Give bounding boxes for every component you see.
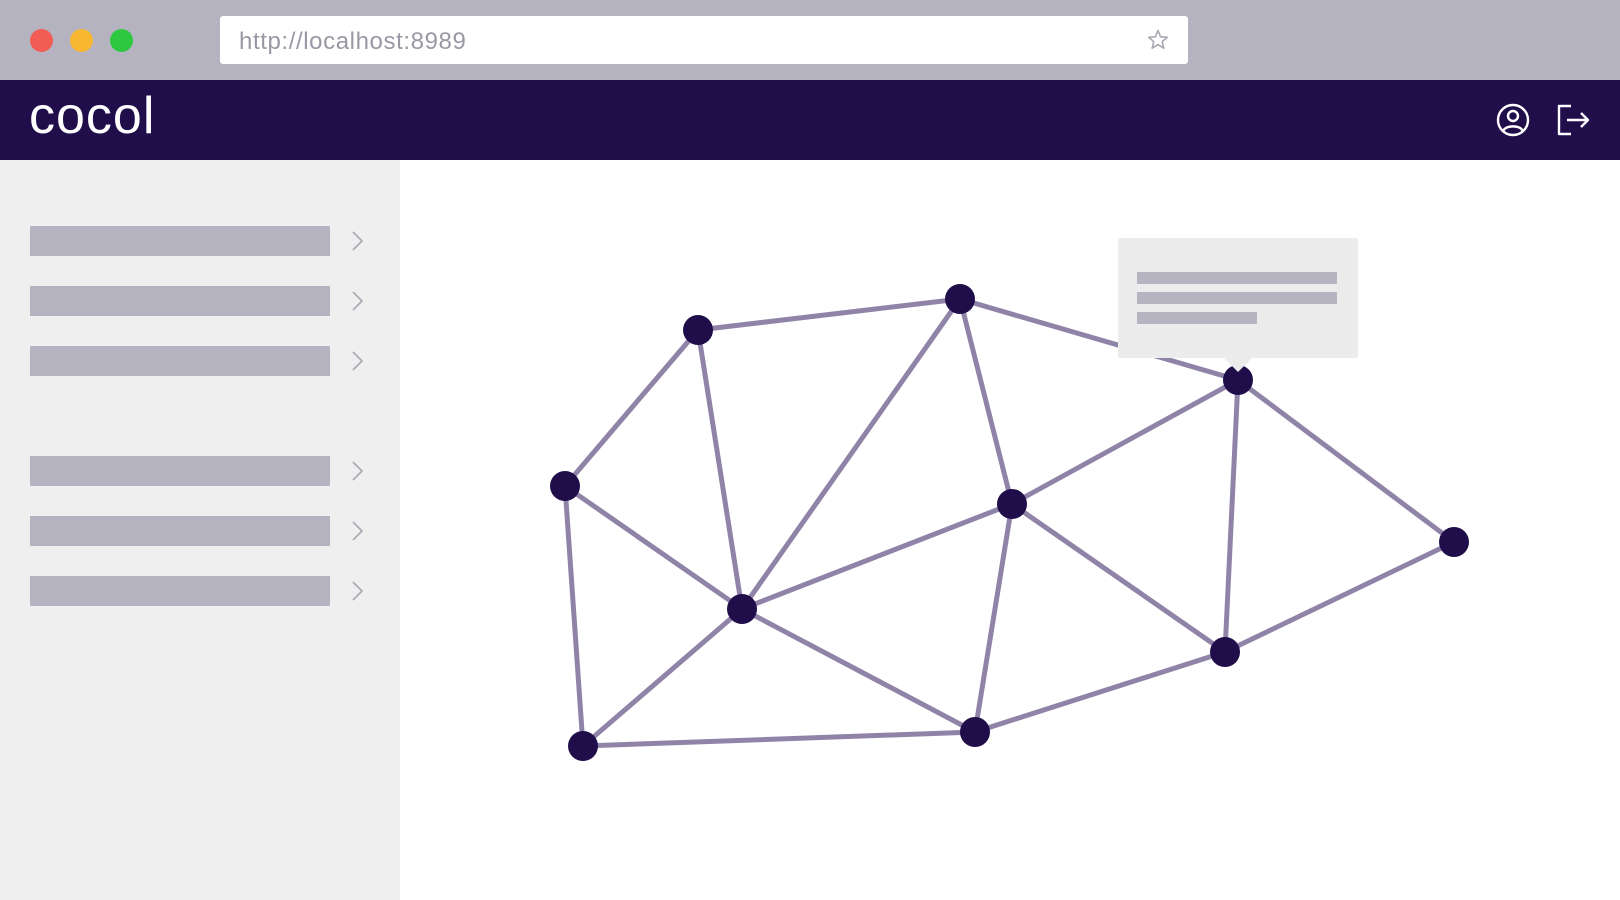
node-tooltip <box>1118 238 1358 372</box>
close-window-button[interactable] <box>30 29 53 52</box>
graph-edge <box>739 606 978 735</box>
browser-chrome: http://localhost:8989 <box>0 0 1620 80</box>
chevron-right-icon <box>352 291 364 311</box>
maximize-window-button[interactable] <box>110 29 133 52</box>
graph-node[interactable] <box>1210 637 1240 667</box>
tooltip-line <box>1137 292 1337 304</box>
chevron-right-icon <box>352 581 364 601</box>
graph-edge <box>1009 501 1228 655</box>
sidebar-item-placeholder <box>30 346 330 376</box>
sidebar-item[interactable] <box>30 456 370 486</box>
graph-node[interactable] <box>960 717 990 747</box>
graph-edge <box>562 327 701 489</box>
graph-edge <box>562 483 586 749</box>
sidebar <box>0 160 400 900</box>
graph-edge <box>1235 377 1457 545</box>
graph-edge <box>580 729 978 749</box>
sidebar-item[interactable] <box>30 286 370 316</box>
main-canvas <box>400 160 1620 900</box>
user-circle-icon[interactable] <box>1495 102 1531 138</box>
graph-edge <box>739 296 963 612</box>
graph-node[interactable] <box>945 284 975 314</box>
minimize-window-button[interactable] <box>70 29 93 52</box>
graph-edge <box>695 327 745 612</box>
chevron-right-icon <box>352 521 364 541</box>
graph-edge <box>1222 377 1241 655</box>
sidebar-item[interactable] <box>30 226 370 256</box>
chevron-right-icon <box>352 351 364 371</box>
network-graph[interactable] <box>400 160 1620 900</box>
sidebar-item[interactable] <box>30 576 370 606</box>
sidebar-item-placeholder <box>30 226 330 256</box>
url-text: http://localhost:8989 <box>239 28 467 55</box>
sidebar-item-placeholder <box>30 576 330 606</box>
graph-edge <box>695 296 963 333</box>
graph-edge <box>580 606 745 749</box>
graph-node[interactable] <box>550 471 580 501</box>
graph-node[interactable] <box>568 731 598 761</box>
graph-node[interactable] <box>1439 527 1469 557</box>
app-header: cocol <box>0 80 1620 160</box>
star-icon[interactable] <box>1146 28 1170 52</box>
browser-window: http://localhost:8989 cocol <box>0 0 1620 900</box>
sidebar-item-placeholder <box>30 286 330 316</box>
sidebar-item[interactable] <box>30 346 370 376</box>
chevron-right-icon <box>352 231 364 251</box>
graph-edge <box>972 501 1015 735</box>
graph-node[interactable] <box>727 594 757 624</box>
graph-edge <box>1009 377 1241 507</box>
graph-edge <box>1222 539 1457 655</box>
graph-edge <box>957 296 1015 507</box>
sidebar-item[interactable] <box>30 516 370 546</box>
graph-edge <box>972 649 1228 735</box>
logout-icon[interactable] <box>1555 102 1591 138</box>
sidebar-item-placeholder <box>30 456 330 486</box>
tooltip-line <box>1137 272 1337 284</box>
tooltip-line <box>1137 312 1257 324</box>
address-bar[interactable]: http://localhost:8989 <box>220 16 1188 64</box>
chevron-right-icon <box>352 461 364 481</box>
graph-edge <box>562 483 745 612</box>
graph-node[interactable] <box>683 315 713 345</box>
graph-edge <box>739 501 1015 612</box>
app-logo[interactable]: cocol <box>29 86 155 146</box>
sidebar-item-placeholder <box>30 516 330 546</box>
graph-node[interactable] <box>997 489 1027 519</box>
